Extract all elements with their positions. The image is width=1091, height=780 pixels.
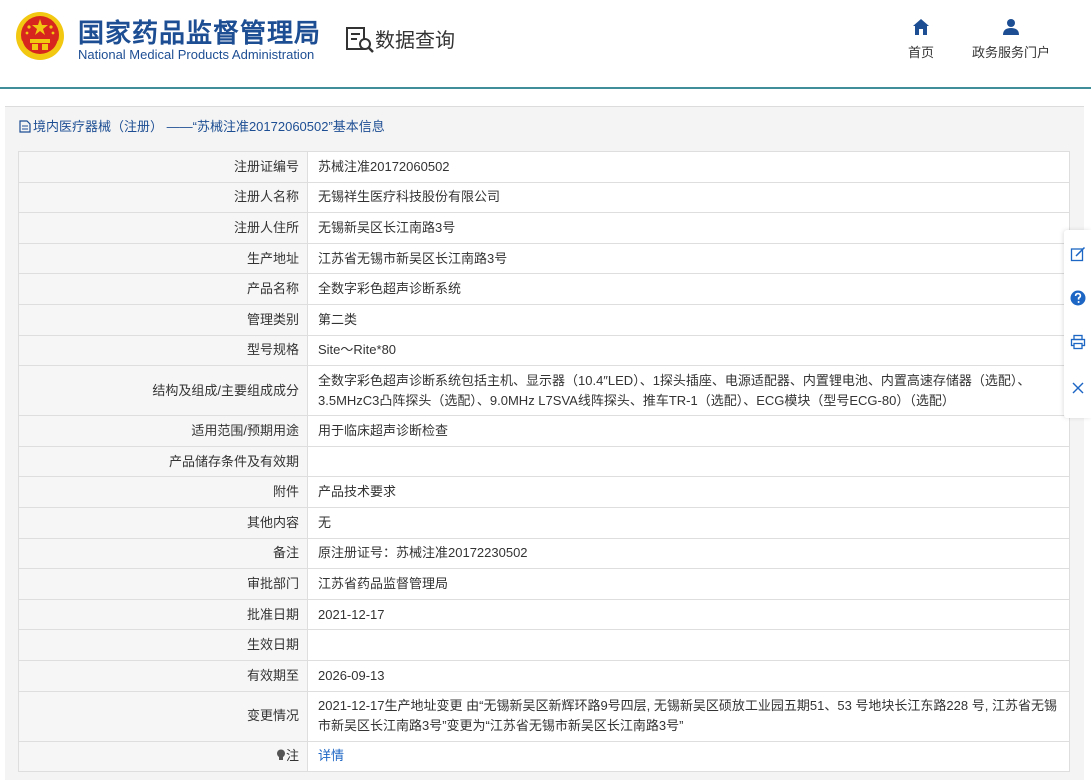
panel-title: 境内医疗器械（注册） ——“苏械注准20172060502”基本信息 [19,116,385,135]
row-value: 全数字彩色超声诊断系统 [307,273,1070,305]
row-label: 注册人名称 [18,181,308,214]
table-row: 审批部门 江苏省药品监督管理局 [18,568,1070,600]
document-icon [19,120,31,133]
nav-service-portal[interactable]: 政务服务门户 [968,18,1054,61]
row-value: Site～Rite*80 [307,334,1070,367]
table-row: 生产地址 江苏省无锡市新吴区长江南路3号 [18,242,1070,275]
row-label: 有效期至 [18,659,308,692]
table-row: 注册人住所 无锡新吴区长江南路3号 [18,212,1070,244]
table-row: 管理类别 第二类 [18,303,1070,336]
document-search-icon [346,27,374,53]
row-value: 全数字彩色超声诊断系统包括主机、显示器（10.4″LED）、1探头插座、电源适配… [307,365,1070,417]
row-value: 苏械注准20172060502 [307,151,1070,183]
nav-home[interactable]: 首页 [904,18,938,61]
device-info-table: 注册证编号 苏械注准20172060502 注册人名称 无锡祥生医疗科技股份有限公司… [18,151,1070,773]
table-row: 结构及组成/主要组成成分 全数字彩色超声诊断系统包括主机、显示器（10.4″LED… [18,365,1070,417]
table-row: 变更情况 2021-12-17生产地址变更 由“无锡新吴区新辉环路9号四层, 无锡… [18,690,1070,742]
row-value [307,629,1070,661]
header-divider [0,87,1091,89]
home-icon [913,19,929,35]
edit-icon[interactable] [1070,246,1086,262]
national-emblem-icon [16,12,64,60]
note-label: 注 [285,748,299,764]
row-value: 产品技术要求 [307,476,1070,508]
row-label: 生效日期 [18,629,308,661]
row-label: 产品名称 [18,273,308,305]
row-label: 变更情况 [18,690,308,742]
row-label: 注册证编号 [18,151,308,183]
row-value: 无锡新吴区长江南路3号 [307,212,1070,244]
nav-home-label: 首页 [907,45,934,60]
row-value: 原注册证号：苏械注准20172230502 [307,537,1070,570]
row-label: 生产地址 [18,242,308,275]
side-toolbar [1064,230,1091,418]
row-label: 附件 [18,476,308,508]
row-value: 第二类 [307,303,1070,336]
data-query-title: 数据查询 [375,30,455,52]
row-value: 江苏省药品监督管理局 [307,568,1070,600]
table-row: 生效日期 [18,629,1070,661]
row-label: 备注 [18,537,308,570]
row-value: 2021-12-17 [307,598,1070,631]
details-link[interactable]: 详情 [318,748,344,763]
row-label: 结构及组成/主要组成成分 [18,365,308,417]
table-row: 产品名称 全数字彩色超声诊断系统 [18,273,1070,305]
row-label: 管理类别 [18,303,308,336]
user-icon [1003,19,1019,35]
row-label: 产品储存条件及有效期 [18,445,308,478]
table-row: 备注 原注册证号：苏械注准20172230502 [18,537,1070,570]
row-value-note: 详情 [307,740,1070,773]
table-row: 适用范围/预期用途 用于临床超声诊断检查 [18,415,1070,447]
row-label: 注册人住所 [18,212,308,244]
org-name-cn: 国家药品监督管理局 [78,18,322,48]
row-value: 2021-12-17生产地址变更 由“无锡新吴区新辉环路9号四层, 无锡新吴区硕… [307,690,1070,742]
help-icon[interactable] [1070,290,1086,306]
bulb-icon [276,749,285,761]
print-icon[interactable] [1070,334,1086,350]
row-value: 用于临床超声诊断检查 [307,415,1070,447]
org-name-en: National Medical Products Administration [78,47,315,62]
row-value: 江苏省无锡市新吴区长江南路3号 [307,242,1070,275]
row-label: 批准日期 [18,598,308,631]
row-value [307,445,1070,478]
site-header: 国家药品监督管理局 National Medical Products Admi… [0,0,1091,89]
table-row: 其他内容无 [18,506,1070,539]
row-label: 审批部门 [18,568,308,600]
row-label: 型号规格 [18,334,308,367]
close-icon[interactable] [1070,380,1086,396]
row-value: 2026-09-13 [307,659,1070,692]
table-row: 有效期至 2026-09-13 [18,659,1070,692]
table-row: 附件 产品技术要求 [18,476,1070,508]
table-row: 注册证编号 苏械注准20172060502 [18,151,1070,183]
table-row: 注册人名称 无锡祥生医疗科技股份有限公司 [18,181,1070,214]
table-row: 型号规格 Site～Rite*80 [18,334,1070,367]
row-label: 其他内容 [18,506,308,539]
row-value: 无锡祥生医疗科技股份有限公司 [307,181,1070,214]
row-label-note: 注 [18,740,308,773]
table-row: 产品储存条件及有效期 [18,445,1070,478]
nav-portal-label: 政务服务门户 [971,45,1050,60]
row-label: 适用范围/预期用途 [18,415,308,447]
row-value: 无 [307,506,1070,539]
table-row: 注 详情 [18,740,1070,773]
table-row: 批准日期 2021-12-17 [18,598,1070,631]
panel-title-text: 境内医疗器械（注册） ——“苏械注准20172060502”基本信息 [33,119,385,134]
